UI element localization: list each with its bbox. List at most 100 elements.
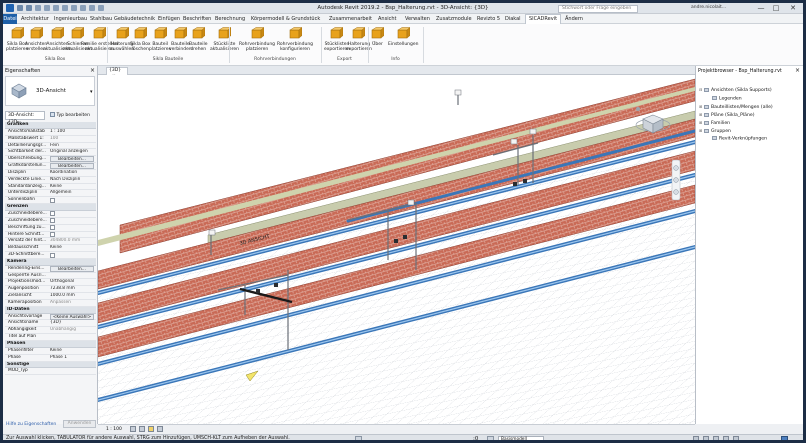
- ribbon-button-pipe-connection-place[interactable]: Rohrverbindung platzieren: [239, 26, 275, 52]
- property-value[interactable]: 1 : 100: [50, 129, 94, 135]
- tab-stahlbau[interactable]: Stahlbau: [90, 16, 112, 22]
- 3d-viewport[interactable]: 3D ANSICHT: [98, 75, 695, 424]
- anchor-plate[interactable]: [529, 128, 537, 135]
- design-option-select[interactable]: Basismodell: [498, 436, 544, 440]
- anchor-plate[interactable]: [510, 138, 518, 145]
- browser-tree-item[interactable]: ⊞ Familien: [699, 120, 730, 127]
- property-section-header[interactable]: Grafiken: [5, 122, 96, 129]
- property-row[interactable]: Ansichtsname {3D}: [5, 320, 96, 328]
- ribbon-button-components-rotate[interactable]: Bauteile drehen: [189, 26, 208, 52]
- pipe-clamp[interactable]: [523, 179, 527, 183]
- property-value[interactable]: 7238.8 mm: [50, 286, 94, 292]
- sun-path-icon[interactable]: [148, 426, 154, 432]
- tab-diakal[interactable]: Diakal: [505, 16, 521, 22]
- property-edit-button[interactable]: Bearbeiten...: [50, 265, 94, 272]
- property-row[interactable]: Abhängigkeit Unabhängig: [5, 327, 96, 335]
- property-checkbox[interactable]: [50, 218, 55, 224]
- property-row[interactable]: Kameraposition Anpassen: [5, 300, 96, 307]
- property-row[interactable]: Hintere Schnitt...: [5, 232, 96, 239]
- browser-tree-item[interactable]: Legenden: [707, 96, 742, 103]
- ribbon-button-info[interactable]: Über: [371, 26, 385, 47]
- browser-tree-item[interactable]: Revit-Verknüpfungen: [707, 136, 767, 143]
- tab-verwalten[interactable]: Verwalten: [405, 16, 430, 22]
- property-value[interactable]: Allgemein: [50, 190, 94, 196]
- chevron-down-icon[interactable]: ▾: [90, 89, 93, 95]
- property-section-header[interactable]: ID-Daten: [5, 306, 96, 314]
- property-row[interactable]: Disziplin Koordination: [5, 170, 96, 177]
- pipe-clamp[interactable]: [256, 289, 260, 293]
- property-checkbox[interactable]: [50, 252, 55, 258]
- tab-berechnung[interactable]: Berechnung: [215, 16, 245, 22]
- property-value[interactable]: Nach Disziplin: [50, 177, 94, 183]
- property-row[interactable]: Grafikdarstellun... Bearbeiten...: [5, 163, 96, 170]
- pipe-clamp[interactable]: [403, 235, 407, 239]
- close-button[interactable]: ✕: [786, 3, 800, 13]
- property-row[interactable]: Beschriftung zu...: [5, 225, 96, 232]
- property-checkbox[interactable]: [50, 232, 55, 237]
- zoom-icon[interactable]: [673, 177, 679, 183]
- properties-help-link[interactable]: Hilfe zu Eigenschaften: [6, 422, 56, 427]
- minimize-button[interactable]: —: [754, 3, 768, 13]
- property-edit-button[interactable]: <Keine Auswahl>: [50, 313, 94, 320]
- property-row[interactable]: Zuschneidebere...: [5, 218, 96, 225]
- property-section-header[interactable]: Grenzen: [5, 204, 96, 211]
- property-row[interactable]: Sonnenbahn: [5, 197, 96, 205]
- property-row[interactable]: Phase Phase 1: [5, 355, 96, 362]
- tab-ansicht[interactable]: Ansicht: [378, 16, 396, 22]
- browser-tree-item[interactable]: ⊟ Ansichten (Sikla Supports): [699, 87, 772, 94]
- property-row[interactable]: Phasenfilter Keine: [5, 348, 96, 355]
- help-search-input[interactable]: Stichwort oder Frage eingeben: [558, 4, 638, 13]
- steering-wheel-icon[interactable]: [673, 165, 679, 171]
- tab-zusammenarbeit[interactable]: Zusammenarbeit: [329, 16, 372, 22]
- ribbon-button-pipe-connection-config[interactable]: Rohrverbindung konfigurieren: [277, 26, 313, 52]
- property-row[interactable]: Bildausschnitt Keine: [5, 245, 96, 253]
- property-value[interactable]: Keine: [50, 348, 94, 354]
- property-row[interactable]: Ansichtsvorlage <Keine Auswahl>: [5, 313, 96, 321]
- shadows-icon[interactable]: [157, 426, 163, 432]
- property-row[interactable]: Titel auf Plan: [5, 334, 96, 341]
- close-icon[interactable]: ×: [90, 67, 95, 74]
- property-value[interactable]: Keine: [50, 184, 94, 190]
- anchor-plate[interactable]: [208, 229, 216, 236]
- property-row[interactable]: Maßstabswert 1: 100: [5, 136, 96, 143]
- drag-elements-icon[interactable]: [733, 436, 739, 440]
- property-row[interactable]: MOD_Typ: [5, 368, 96, 376]
- tab-zusatzmodule[interactable]: Zusatzmodule: [436, 16, 472, 22]
- property-checkbox[interactable]: [50, 197, 55, 203]
- property-section-header[interactable]: Phasen: [5, 341, 96, 348]
- edit-type-button[interactable]: Typ bearbeiten: [50, 112, 90, 118]
- maximize-button[interactable]: □: [769, 3, 783, 13]
- property-row[interactable]: Augenposition 7238.8 mm: [5, 286, 96, 294]
- tab-architektur[interactable]: Architektur: [21, 16, 49, 22]
- property-row[interactable]: Detaillierungsgr... Fein: [5, 143, 96, 150]
- tab-ingenieurbau[interactable]: Ingenieurbau: [54, 16, 87, 22]
- property-row[interactable]: Rendering-Eins... Bearbeiten...: [5, 265, 96, 273]
- property-row[interactable]: Zielansicht 1000.0 mm: [5, 293, 96, 300]
- property-section-header[interactable]: Sonstige: [5, 361, 96, 369]
- select-by-face-icon[interactable]: [723, 436, 729, 440]
- pipe-clamp[interactable]: [394, 239, 398, 243]
- property-row[interactable]: Überschreibung... Bearbeiten...: [5, 156, 96, 164]
- tab-sicadrevit[interactable]: SICADRevit: [525, 14, 562, 24]
- filter-icon[interactable]: [781, 436, 788, 440]
- ribbon-button-bom-update[interactable]: Stückliste aktualisieren: [210, 26, 239, 52]
- anchor-plate[interactable]: [454, 89, 462, 96]
- property-edit-button[interactable]: Bearbeiten...: [50, 163, 94, 170]
- property-checkbox[interactable]: [50, 225, 55, 231]
- detail-level-icon[interactable]: [130, 426, 136, 432]
- workset-icon[interactable]: [355, 436, 362, 440]
- tab-koerpermodell[interactable]: Körpermodell & Grundstück: [251, 16, 320, 22]
- property-row[interactable]: Gesperrte Ausri...: [5, 273, 96, 280]
- ribbon-button-sikla-box-delete[interactable]: Sikla Box löschen: [130, 26, 151, 52]
- property-row[interactable]: Unterdisziplin Allgemein: [5, 190, 96, 198]
- tab-beschriften[interactable]: Beschriften: [183, 16, 211, 22]
- property-row[interactable]: Standardanzeig... Keine: [5, 184, 96, 191]
- apply-button[interactable]: Anwenden: [63, 420, 96, 428]
- property-value[interactable]: Original anzeigen: [50, 149, 94, 155]
- property-section-header[interactable]: Kamera: [5, 258, 96, 266]
- model-drawing[interactable]: 3D ANSICHT: [98, 75, 695, 424]
- user-account[interactable]: andre.nicolait...: [691, 5, 726, 10]
- browser-tree-item[interactable]: ⊞ Pläne (Sikla_Pläne): [699, 112, 754, 119]
- pipe-clamp[interactable]: [274, 283, 278, 287]
- close-icon[interactable]: ×: [795, 67, 800, 74]
